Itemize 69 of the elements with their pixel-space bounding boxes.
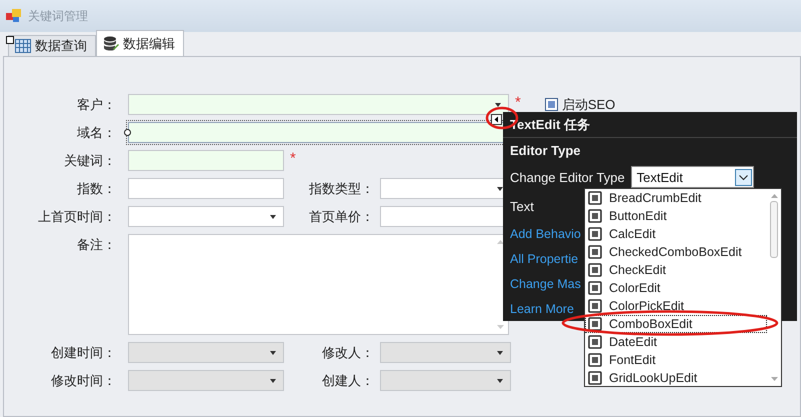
field-label: 备注： [76,236,116,254]
database-icon [103,36,119,51]
list-item[interactable]: CheckEdit [585,261,767,279]
dropdown-arrow-icon [497,379,503,383]
action-link[interactable]: Add Behavio [510,226,581,240]
editor-icon [588,191,602,205]
editor-icon [588,335,602,349]
dropdown-arrow-icon [495,103,501,107]
field-label: 修改时间： [50,372,116,390]
required-marker: * [515,94,521,112]
field-label: 上首页时间： [37,208,116,226]
editor-icon [588,281,602,295]
scroll-down-icon [497,325,504,329]
app-icon [6,9,22,23]
property-label: Text [510,198,534,214]
list-item[interactable]: CheckedComboBoxEdit [585,243,767,261]
tab[interactable]: 数据查询 [8,35,96,56]
list-item[interactable]: ButtonEdit [585,207,767,225]
tab[interactable]: 数据编辑 [96,30,184,56]
list-item[interactable]: DateEdit [585,333,767,351]
list-item[interactable]: ColorPickEdit [585,297,767,315]
section-heading: Editor Type [510,142,582,160]
memo-field[interactable] [128,234,509,335]
field-label: 首页单价： [308,208,374,226]
field-label: 指数类型： [308,180,374,198]
scroll-thumb[interactable] [770,201,778,258]
dropdown-arrow-icon [270,351,276,355]
action-link[interactable]: Learn More [510,302,574,316]
editor-icon [588,263,602,277]
list-item[interactable]: CalcEdit [585,225,767,243]
checkbox-label: 启动SEO [562,96,616,114]
action-link[interactable]: Change Mas [510,276,581,290]
smart-tag-icon[interactable] [491,114,502,125]
required-marker: * [290,150,296,168]
chevron-down-icon[interactable] [734,168,752,186]
input-field[interactable] [128,150,284,171]
scroll-up-icon [497,240,504,244]
window-title: 关键词管理 [28,8,88,24]
list-item[interactable]: BreadCrumbEdit [585,189,767,207]
field-label: 关键词： [63,152,116,170]
checkbox[interactable] [544,98,558,111]
editor-icon [588,317,602,331]
field-label: 客户： [76,96,116,114]
property-label: Change Editor Type [510,170,625,184]
scroll-down-icon[interactable] [770,377,778,381]
scroll-up-icon[interactable] [770,194,778,198]
field-label: 指数： [76,180,116,198]
input-field[interactable] [128,178,284,199]
editor-icon [588,299,602,313]
editor-icon [588,353,602,367]
selection-handle-icon [124,129,131,136]
editor-icon [588,209,602,223]
field-label: 修改人： [321,344,374,362]
editor-icon [588,227,602,241]
field-label: 创建人： [321,372,374,390]
dropdown-arrow-icon [497,351,503,355]
grid-icon [15,39,31,53]
editor-type-combo[interactable]: TextEdit [630,166,754,188]
dropdown-arrow-icon [270,215,276,219]
designer-handle-icon [6,36,14,44]
action-link[interactable]: All Propertie [510,252,578,266]
list-item[interactable]: FontEdit [585,351,767,369]
editor-icon [588,245,602,259]
panel-title: TextEdit 任务 [510,116,591,134]
field-label: 域名： [76,124,116,142]
dropdown-arrow-icon [270,379,276,383]
list-item[interactable]: ColorEdit [585,279,767,297]
field-label: 创建时间： [50,344,116,362]
list-item[interactable]: GridLookUpEdit [585,369,767,387]
